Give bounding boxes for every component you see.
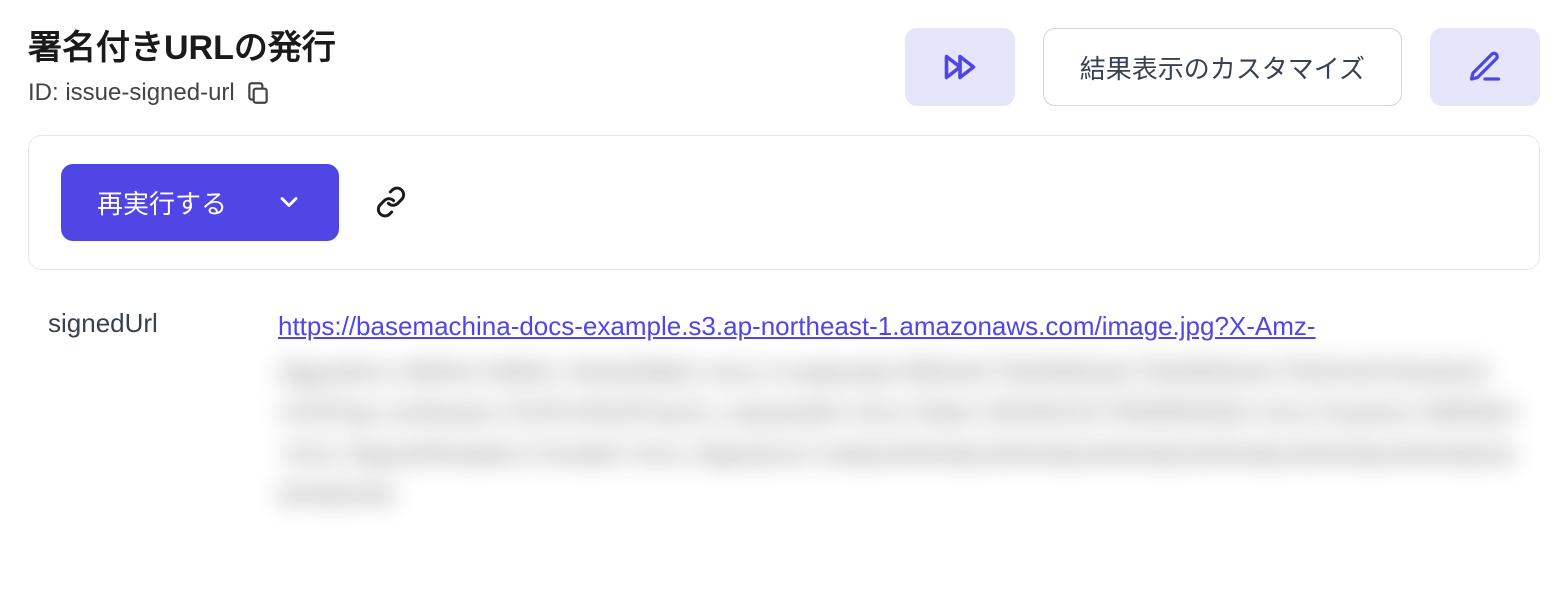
edit-button[interactable] [1430,28,1540,106]
result-value: https://basemachina-docs-example.s3.ap-n… [278,306,1520,513]
rerun-button[interactable]: 再実行する [61,164,339,241]
copy-icon[interactable] [245,80,271,106]
fast-forward-icon [942,49,978,85]
edit-icon [1467,49,1503,85]
result-row: signedUrl https://basemachina-docs-examp… [28,306,1540,513]
result-key-label: signedUrl [48,306,278,339]
link-icon[interactable] [375,186,407,218]
page-title: 署名付きURLの発行 [28,28,336,69]
chevron-down-icon [275,188,303,216]
signed-url-hidden-part: Algorithm=AWS4-HMAC-SHA256&X-Amz-Credent… [278,352,1520,513]
customize-display-label: 結果表示のカスタマイズ [1080,49,1365,86]
page-id-label: ID: issue-signed-url [28,79,235,107]
customize-display-button[interactable]: 結果表示のカスタマイズ [1043,28,1402,106]
signed-url-link[interactable]: https://basemachina-docs-example.s3.ap-n… [278,311,1316,341]
fast-forward-button[interactable] [905,28,1015,106]
action-panel: 再実行する [28,135,1540,270]
rerun-button-label: 再実行する [97,184,227,221]
